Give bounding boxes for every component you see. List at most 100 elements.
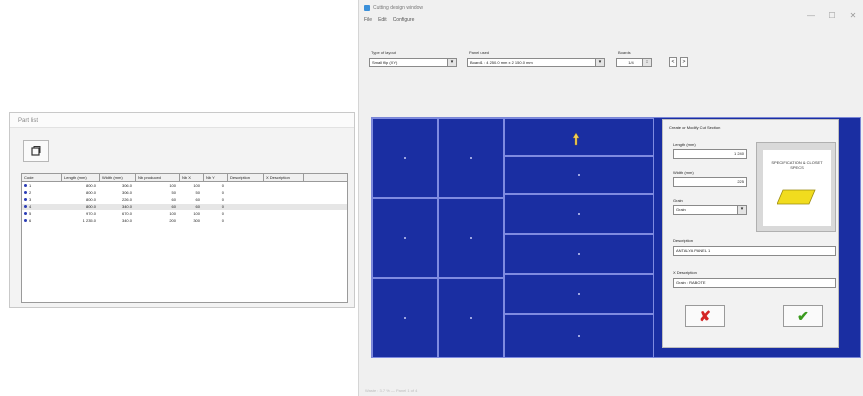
cell-nby: 0 — [221, 204, 224, 209]
grain-preview: SPECIFICATION & CLOSET SPECS — [756, 142, 836, 232]
close-button[interactable]: ✕ — [846, 11, 860, 21]
menu-bar: File Edit Configure — [364, 17, 414, 25]
window-title: Cutting design window — [373, 5, 424, 11]
menu-edit[interactable]: Edit — [378, 17, 387, 25]
cancel-x-icon: ✘ — [699, 307, 711, 324]
maximize-button[interactable]: ☐ — [825, 11, 839, 21]
chevron-down-icon: ▾ — [595, 59, 604, 66]
cell-width: 340.0 — [121, 218, 132, 223]
preview-caption: SPECIFICATION & CLOSET SPECS — [771, 160, 823, 170]
piece-marker — [578, 174, 580, 176]
grain-label: Grain — [673, 198, 683, 203]
piece-marker — [578, 253, 580, 255]
panel-used-label: Panel used — [469, 50, 490, 55]
grid-header: Code Length (mm) Width (mm) Nb produced … — [22, 174, 347, 182]
part-icon — [24, 212, 27, 216]
cell-nby: 0 — [221, 211, 224, 216]
layout-type-label: Type of layout — [371, 50, 396, 55]
col-nby[interactable]: Nb Y — [204, 174, 228, 181]
cell-produced: 60 — [171, 197, 176, 202]
description-label: Description — [673, 238, 694, 243]
cell-produced: 60 — [171, 204, 176, 209]
cell-produced: 50 — [171, 190, 176, 195]
spinner-icon[interactable]: ↕ — [642, 59, 651, 66]
menu-configure[interactable]: Configure — [393, 17, 415, 25]
cut-piece[interactable] — [504, 118, 654, 156]
width-input[interactable]: 225 — [673, 177, 747, 187]
piece-marker — [404, 157, 406, 159]
x-description-label: X Description — [673, 270, 697, 275]
cell-code: 6 — [22, 218, 62, 224]
panel-used-select[interactable]: Board1 : 4 250.0 mm x 2 150.0 mm ▾ — [467, 58, 605, 67]
table-row[interactable]: 3 800.0 226.0 60 60 0 — [22, 197, 347, 203]
cell-code: 2 — [22, 190, 62, 196]
parts-grid: Code Length (mm) Width (mm) Nb produced … — [21, 173, 348, 303]
minimize-button[interactable]: — — [804, 11, 818, 21]
col-description[interactable]: Description — [228, 174, 264, 181]
piece-marker — [578, 213, 580, 215]
status-bar: Waste : 3.7 % — Panel 1 of 4 — [365, 388, 418, 393]
col-produced[interactable]: Nb produced — [136, 174, 180, 181]
piece-marker — [470, 317, 472, 319]
table-row[interactable]: 6 1 235.0 340.0 200 300 0 — [22, 218, 347, 224]
part-icon — [24, 191, 27, 195]
next-board-button[interactable]: > — [680, 57, 688, 67]
boards-value: 1/4 — [628, 60, 634, 65]
table-row[interactable]: 2 800.0 306.0 50 50 0 — [22, 190, 347, 196]
cell-nby: 0 — [221, 183, 224, 188]
table-row[interactable]: 4 800.0 340.0 60 60 0 — [22, 204, 347, 210]
cell-width: 670.0 — [121, 211, 132, 216]
part-icon — [24, 219, 27, 223]
piece-marker — [470, 237, 472, 239]
cell-nbx: 50 — [195, 190, 200, 195]
cell-nby: 0 — [221, 218, 224, 223]
cell-produced: 200 — [169, 218, 176, 223]
chevron-down-icon: ▾ — [447, 59, 456, 66]
boards-label: Boards — [618, 50, 631, 55]
col-x-description[interactable]: X Description — [264, 174, 304, 181]
prev-board-button[interactable]: < — [669, 57, 677, 67]
part-icon — [24, 198, 27, 202]
refresh-button[interactable] — [23, 140, 49, 162]
cell-produced: 100 — [169, 211, 176, 216]
app-icon — [364, 5, 370, 11]
cell-code: 4 — [22, 204, 62, 210]
grain-select[interactable]: Grain ▾ — [673, 205, 747, 215]
cancel-button[interactable]: ✘ — [685, 305, 725, 327]
menu-file[interactable]: File — [364, 17, 372, 25]
layout-type-value: Small flip (XY) — [372, 60, 398, 65]
panel-used-value: Board1 : 4 250.0 mm x 2 150.0 mm — [470, 60, 533, 65]
piece-marker — [404, 237, 406, 239]
ok-button[interactable]: ✔ — [783, 305, 823, 327]
part-icon — [24, 205, 27, 209]
description-input[interactable]: ANTALYA PANEL 1 — [673, 246, 836, 256]
checkmark-icon: ✔ — [797, 307, 809, 324]
cut-section-dialog: Create or Modify Cut Section Length (mm)… — [662, 119, 839, 348]
cell-nbx: 100 — [193, 211, 200, 216]
x-description-input[interactable]: Grain : RABOTE — [673, 278, 836, 288]
table-row[interactable]: 1 800.0 306.0 100 100 0 — [22, 183, 347, 189]
cell-length: 800.0 — [85, 183, 96, 188]
table-row[interactable]: 5 970.0 670.0 100 100 0 — [22, 211, 347, 217]
boards-spinner[interactable]: 1/4 ↕ — [616, 58, 652, 67]
length-label: Length (mm) — [673, 142, 696, 147]
cell-width: 306.0 — [121, 190, 132, 195]
selection-arrow-icon — [573, 133, 579, 146]
cell-nby: 0 — [221, 190, 224, 195]
length-input[interactable]: 1 240 — [673, 149, 747, 159]
part-list-window: Part list Code Length (mm) Width (mm) Nb… — [9, 112, 355, 308]
cell-length: 1 235.0 — [82, 218, 96, 223]
layout-type-select[interactable]: Small flip (XY) ▾ — [369, 58, 457, 67]
col-width[interactable]: Width (mm) — [100, 174, 136, 181]
col-length[interactable]: Length (mm) — [62, 174, 100, 181]
piece-marker — [470, 157, 472, 159]
cell-produced: 100 — [169, 183, 176, 188]
refresh-icon — [31, 146, 41, 156]
cell-code: 5 — [22, 211, 62, 217]
cell-nby: 0 — [221, 197, 224, 202]
grain-value: Grain — [676, 207, 686, 212]
cell-nbx: 300 — [193, 218, 200, 223]
cell-width: 340.0 — [121, 204, 132, 209]
col-nbx[interactable]: Nb X — [180, 174, 204, 181]
col-code[interactable]: Code — [22, 174, 62, 181]
